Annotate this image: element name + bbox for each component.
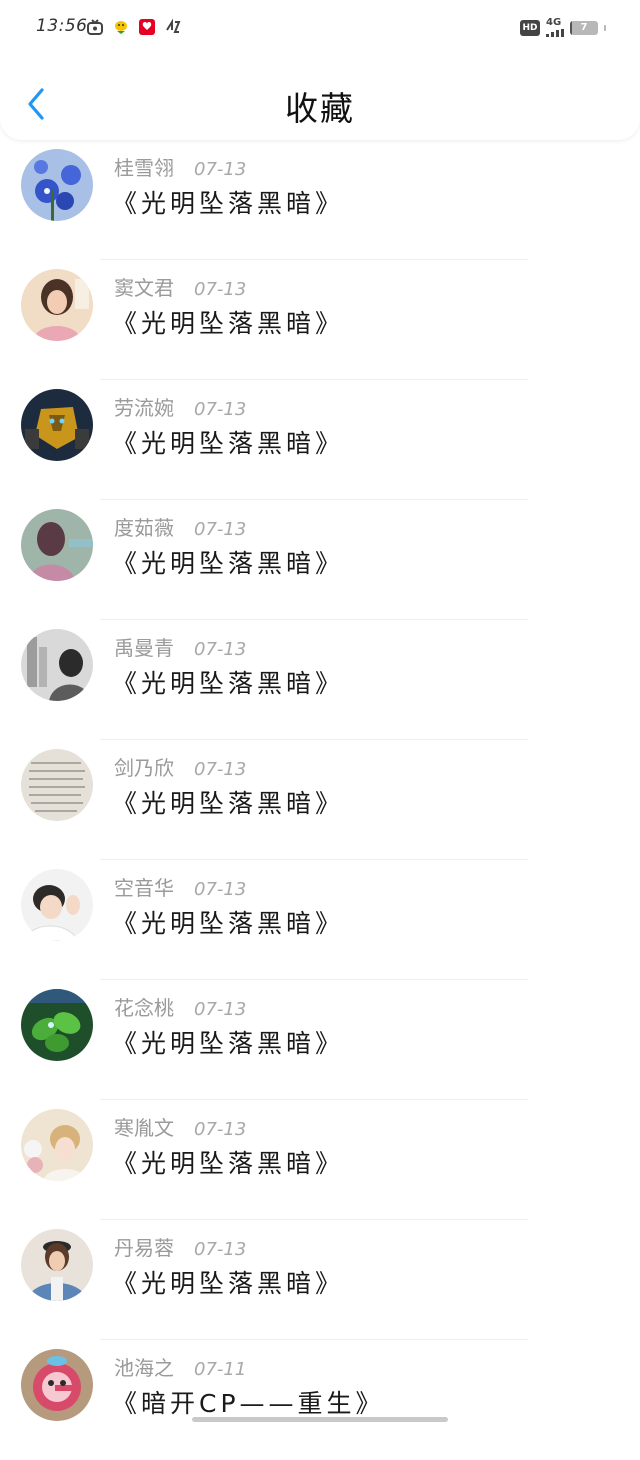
author-name: 剑乃欣 (114, 756, 174, 780)
book-title[interactable]: 《光明坠落黑暗》 (112, 184, 344, 220)
status-bar: 13:56 HD 4G 7 (0, 0, 640, 56)
favorite-date: 07-13 (194, 1119, 247, 1140)
author-name: 劳流婉 (114, 396, 174, 420)
shopping-app-icon (139, 19, 155, 35)
author-line: 池海之 07-11 (114, 1352, 246, 1381)
book-title[interactable]: 《光明坠落黑暗》 (112, 1264, 344, 1300)
message-app-icon (166, 18, 181, 33)
list-item[interactable]: 窦文君 07-13 《光明坠落黑暗》 (0, 260, 640, 380)
book-title[interactable]: 《光明坠落黑暗》 (112, 904, 344, 940)
battery-level: 7 (580, 21, 588, 33)
author-name: 丹易蓉 (114, 1236, 174, 1260)
author-name: 禹曼青 (114, 636, 174, 660)
author-name: 桂雪翎 (114, 156, 174, 180)
avatar[interactable] (21, 869, 93, 941)
hd-voice-icon: HD (520, 19, 540, 36)
author-line: 空音华 07-13 (114, 872, 246, 901)
author-line: 禹曼青 07-13 (114, 632, 246, 661)
book-title[interactable]: 《光明坠落黑暗》 (112, 664, 344, 700)
list-item[interactable]: 寒胤文 07-13 《光明坠落黑暗》 (0, 1100, 640, 1220)
list-item[interactable]: 禹曼青 07-13 《光明坠落黑暗》 (0, 620, 640, 740)
favorite-date: 07-13 (194, 1239, 247, 1260)
author-name: 池海之 (114, 1356, 174, 1380)
book-title[interactable]: 《光明坠落黑暗》 (112, 784, 344, 820)
book-title[interactable]: 《光明坠落黑暗》 (112, 544, 344, 580)
favorite-date: 07-13 (194, 399, 247, 420)
author-line: 度茹薇 07-13 (114, 512, 246, 541)
home-indicator[interactable] (192, 1417, 448, 1422)
status-right: HD 4G 7 (520, 18, 606, 37)
list-item[interactable]: 度茹薇 07-13 《光明坠落黑暗》 (0, 500, 640, 620)
favorite-date: 07-13 (194, 639, 247, 660)
author-name: 空音华 (114, 876, 174, 900)
battery-icon: 7 (570, 20, 598, 35)
book-title[interactable]: 《光明坠落黑暗》 (112, 1144, 344, 1180)
favorite-date: 07-13 (194, 879, 247, 900)
avatar[interactable] (21, 1229, 93, 1301)
author-name: 寒胤文 (114, 1116, 174, 1140)
book-title[interactable]: 《光明坠落黑暗》 (112, 424, 344, 460)
author-line: 寒胤文 07-13 (114, 1112, 246, 1141)
list-item[interactable]: 空音华 07-13 《光明坠落黑暗》 (0, 860, 640, 980)
network-type: 4G (546, 17, 562, 28)
favorite-date: 07-13 (194, 279, 247, 300)
avatar[interactable] (21, 989, 93, 1061)
favorite-date: 07-13 (194, 519, 247, 540)
notification-icons (86, 18, 182, 36)
app-header: 13:56 HD 4G 7 收藏 (0, 0, 640, 140)
list-item[interactable]: 剑乃欣 07-13 《光明坠落黑暗》 (0, 740, 640, 860)
status-time: 13:56 (36, 16, 88, 36)
avatar[interactable] (21, 1109, 93, 1181)
favorite-date: 07-13 (194, 159, 247, 180)
favorite-date: 07-13 (194, 759, 247, 780)
avatar[interactable] (21, 1349, 93, 1421)
author-name: 窦文君 (114, 276, 174, 300)
tv-app-icon (87, 19, 103, 35)
author-line: 剑乃欣 07-13 (114, 752, 246, 781)
list-item[interactable]: 桂雪翎 07-13 《光明坠落黑暗》 (0, 140, 640, 260)
avatar[interactable] (21, 629, 93, 701)
list-item[interactable]: 丹易蓉 07-13 《光明坠落黑暗》 (0, 1220, 640, 1340)
favorite-date: 07-13 (194, 999, 247, 1020)
author-line: 桂雪翎 07-13 (114, 152, 246, 181)
book-title[interactable]: 《光明坠落黑暗》 (112, 1024, 344, 1060)
favorite-date: 07-11 (194, 1359, 247, 1380)
list-item[interactable]: 池海之 07-11 《暗开CP——重生》 (0, 1340, 640, 1460)
signal-icon: 4G (546, 18, 564, 37)
author-name: 花念桃 (114, 996, 174, 1020)
author-name: 度茹薇 (114, 516, 174, 540)
list-item[interactable]: 劳流婉 07-13 《光明坠落黑暗》 (0, 380, 640, 500)
author-line: 劳流婉 07-13 (114, 392, 246, 421)
avatar[interactable] (21, 269, 93, 341)
book-title[interactable]: 《光明坠落黑暗》 (112, 304, 344, 340)
avatar[interactable] (21, 749, 93, 821)
avatar[interactable] (21, 509, 93, 581)
author-line: 丹易蓉 07-13 (114, 1232, 246, 1261)
avatar[interactable] (21, 149, 93, 221)
avatar[interactable] (21, 389, 93, 461)
favorites-list: 桂雪翎 07-13 《光明坠落黑暗》 窦文君 07-13 《光明坠落黑暗》 劳流… (0, 140, 640, 1460)
book-title[interactable]: 《暗开CP——重生》 (112, 1384, 385, 1420)
list-item[interactable]: 花念桃 07-13 《光明坠落黑暗》 (0, 980, 640, 1100)
author-line: 窦文君 07-13 (114, 272, 246, 301)
page-title: 收藏 (285, 89, 355, 128)
author-line: 花念桃 07-13 (114, 992, 246, 1021)
chat-app-icon (115, 21, 127, 34)
